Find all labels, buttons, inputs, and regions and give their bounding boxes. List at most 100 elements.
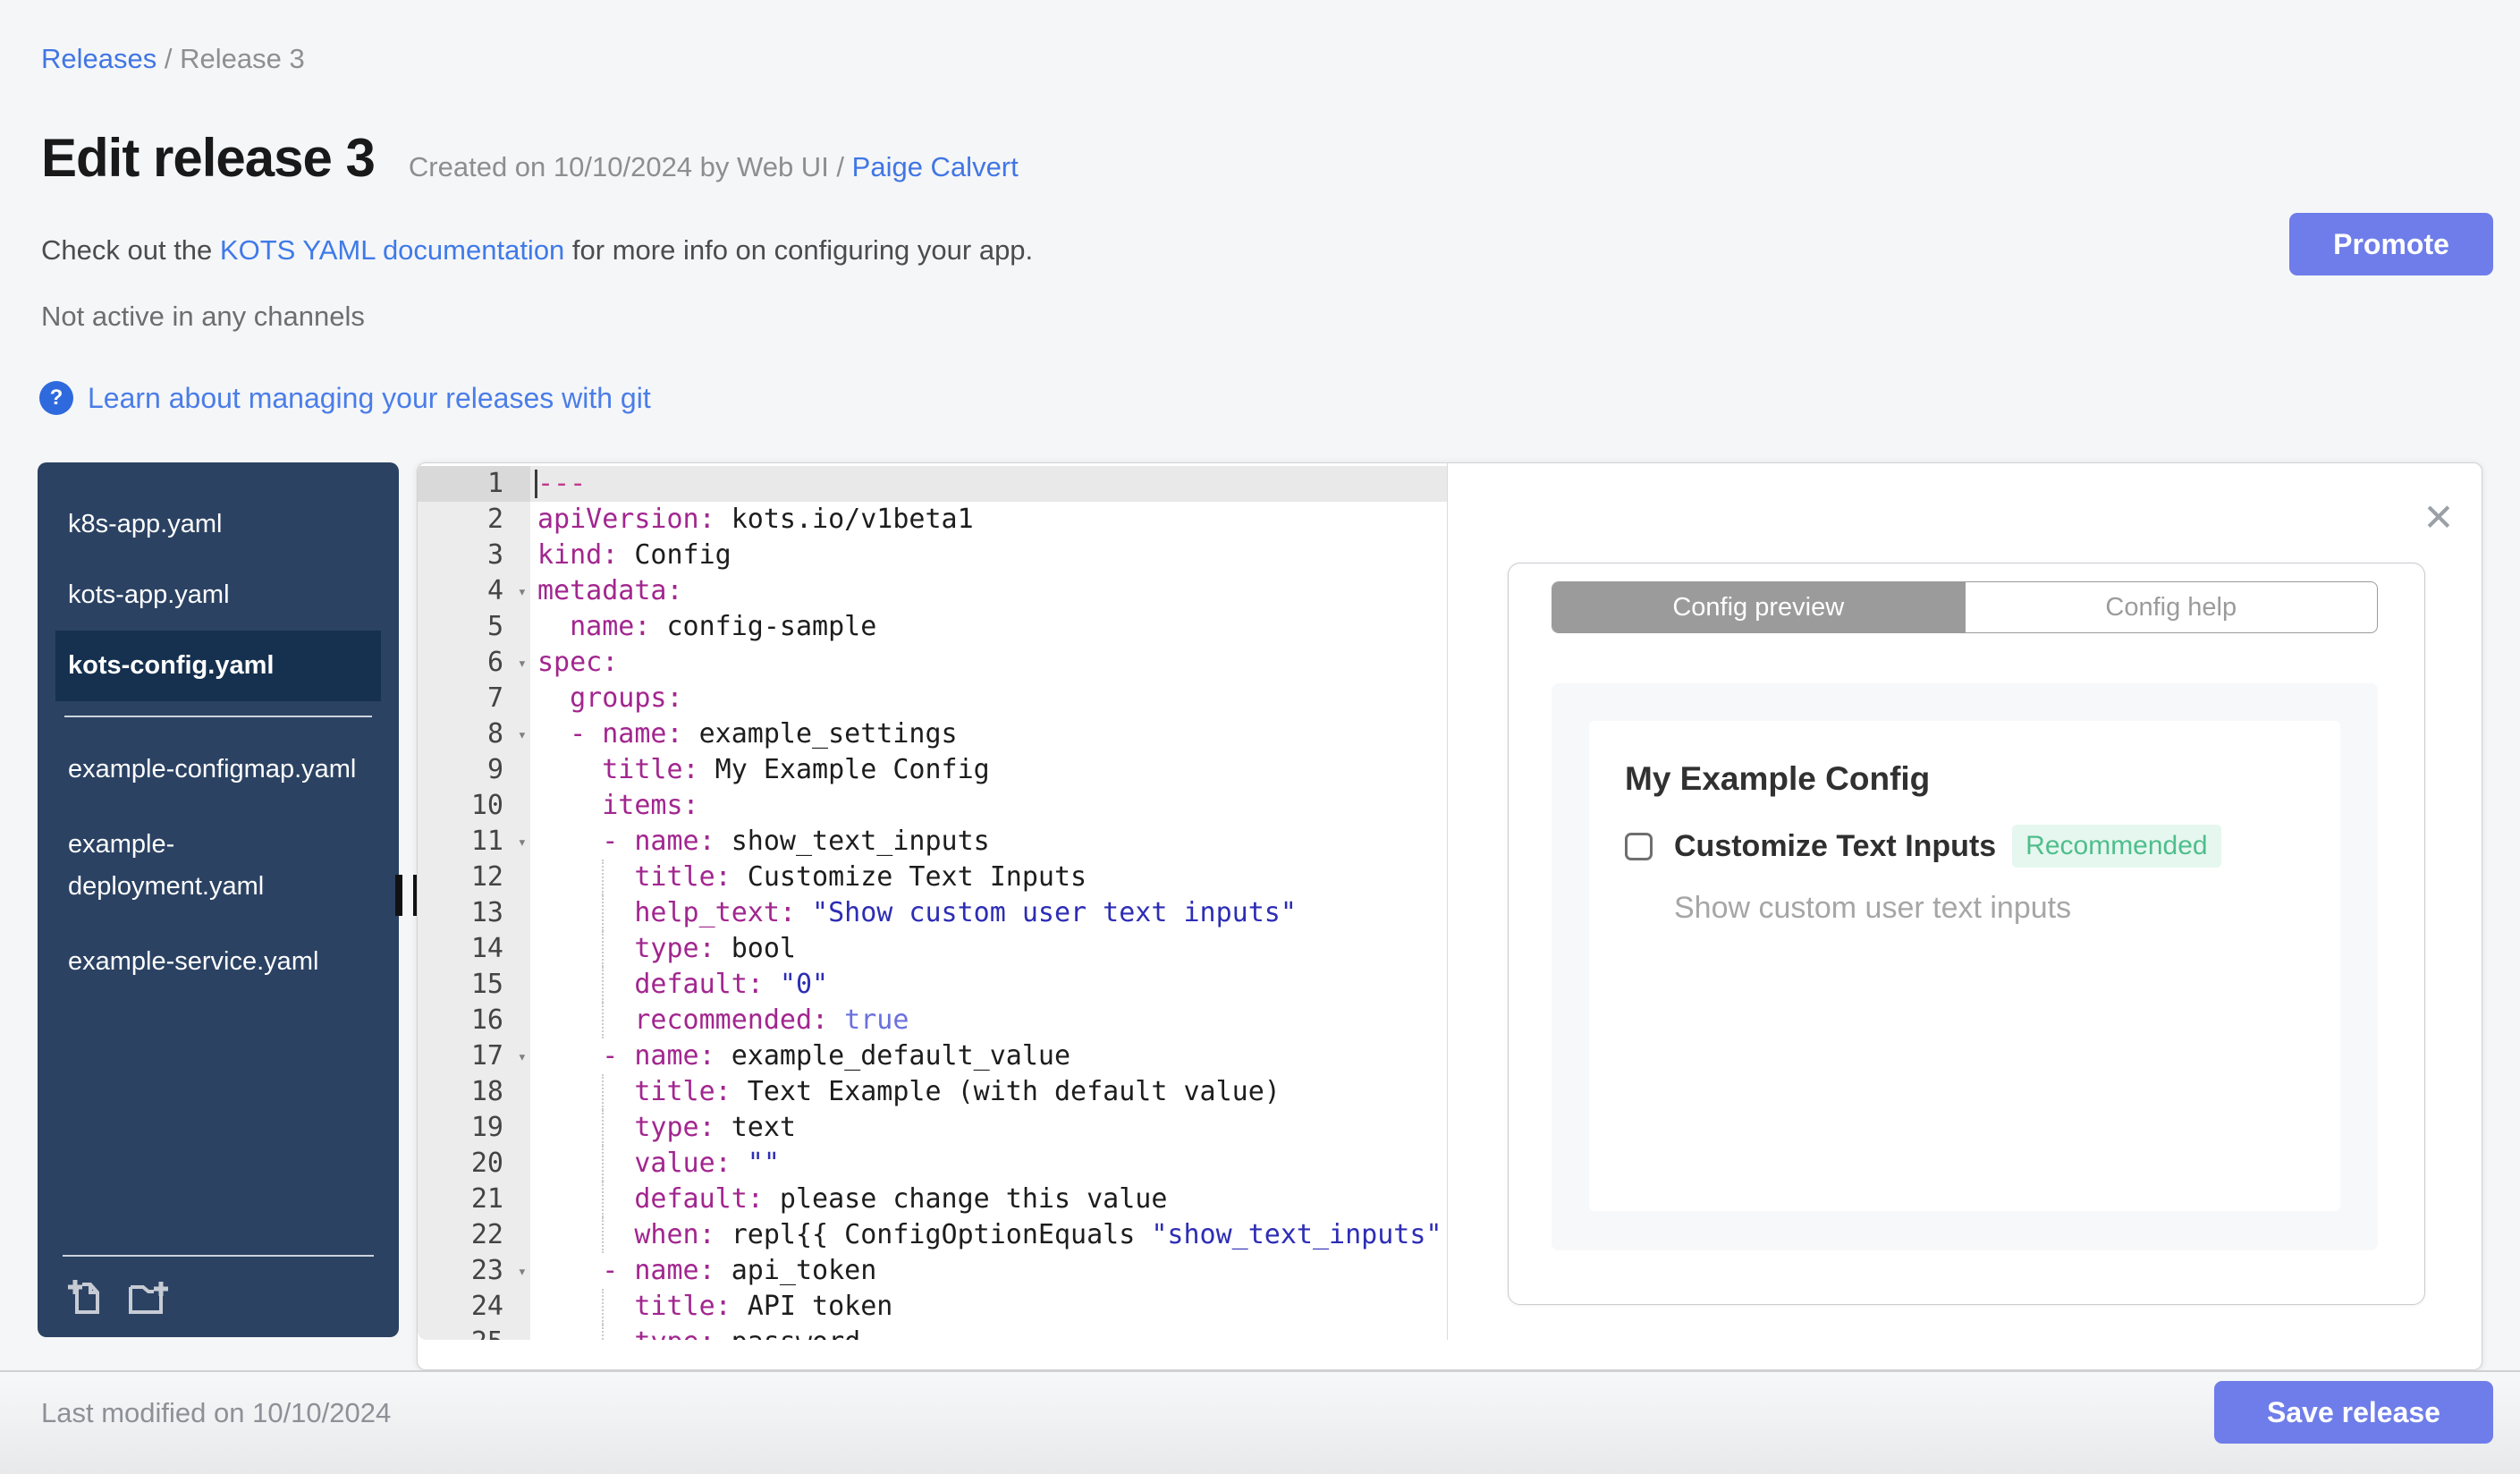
code-line-9[interactable]: 9 title: My Example Config	[418, 752, 1447, 788]
line-number: 5	[418, 609, 530, 645]
code-line-12[interactable]: 12 title: Customize Text Inputs	[418, 860, 1447, 895]
sidebar-file-kots-app.yaml[interactable]: kots-app.yaml	[63, 560, 374, 631]
code-line-22[interactable]: 22 when: repl{{ ConfigOptionEquals "show…	[418, 1217, 1447, 1253]
page-title: Edit release 3	[41, 128, 376, 188]
tab-config-preview[interactable]: Config preview	[1552, 582, 1965, 632]
code-text: default: please change this value	[530, 1182, 1447, 1217]
indent-guide	[602, 967, 604, 1003]
code-line-20[interactable]: 20 value: ""	[418, 1146, 1447, 1182]
code-text: title: Customize Text Inputs	[530, 860, 1447, 895]
recommended-badge: Recommended	[2012, 825, 2221, 868]
code-text: ---	[530, 466, 1447, 502]
indent-guide	[602, 931, 604, 967]
created-prefix: Created on 10/10/2024 by Web UI /	[408, 151, 852, 182]
code-line-7[interactable]: 7 groups:	[418, 681, 1447, 716]
line-number: 6 ▾	[418, 645, 530, 681]
promote-button[interactable]: Promote	[2289, 213, 2493, 275]
indent-guide	[602, 1074, 604, 1110]
fold-arrow-icon[interactable]: ▾	[518, 717, 527, 753]
sidebar-example-list: example-configmap.yaml example-deployment…	[63, 732, 374, 1000]
code-text: value: ""	[530, 1146, 1447, 1182]
code-text: groups:	[537, 682, 683, 714]
git-help-link[interactable]: Learn about managing your releases with …	[88, 382, 651, 415]
code-line-16[interactable]: 16 recommended: true	[418, 1003, 1447, 1038]
code-line-2[interactable]: 2 apiVersion: kots.io/v1beta1	[418, 502, 1447, 538]
tab-config-help[interactable]: Config help	[1964, 582, 2378, 632]
line-number: 19	[418, 1110, 530, 1146]
code-text: help_text: "Show custom user text inputs…	[530, 895, 1447, 931]
indent-guide	[602, 895, 604, 931]
channel-status: Not active in any channels	[41, 301, 365, 332]
config-item-help-text: Show custom user text inputs	[1674, 891, 2072, 925]
sidebar-file-kots-config.yaml[interactable]: kots-config.yaml	[55, 630, 381, 701]
code-text: spec:	[537, 647, 619, 678]
code-line-24[interactable]: 24 title: API token	[418, 1289, 1447, 1325]
code-line-17[interactable]: 17 ▾ - name: example_default_value	[418, 1038, 1447, 1074]
code-text: - name: example_default_value	[537, 1040, 1071, 1072]
line-number: 21	[418, 1182, 530, 1217]
code-line-10[interactable]: 10 items:	[418, 788, 1447, 824]
code-text: type: bool	[530, 931, 1447, 967]
line-number: 2	[418, 502, 530, 538]
indent-guide	[602, 1110, 604, 1146]
fold-arrow-icon[interactable]: ▾	[518, 825, 527, 860]
breadcrumb-releases-link[interactable]: Releases	[41, 43, 156, 74]
created-line: Created on 10/10/2024 by Web UI / Paige …	[409, 151, 1019, 183]
add-file-icon[interactable]	[64, 1276, 106, 1317]
code-line-6[interactable]: 6 ▾ spec:	[418, 645, 1447, 681]
code-line-23[interactable]: 23 ▾ - name: api_token	[418, 1253, 1447, 1289]
editor-right-border	[1447, 463, 1448, 1340]
sidebar-file-example-deployment.yaml[interactable]: example-deployment.yaml	[63, 807, 374, 924]
git-help-row[interactable]: ? Learn about managing your releases wit…	[39, 381, 651, 415]
indent-guide	[602, 1003, 604, 1038]
code-line-19[interactable]: 19 type: text	[418, 1110, 1447, 1146]
line-number: 16	[418, 1003, 530, 1038]
line-number: 18	[418, 1074, 530, 1110]
line-number: 11 ▾	[418, 824, 530, 860]
yaml-code-editor[interactable]: 1 --- 2 apiVersion: kots.io/v1beta1 3 kind: C…	[418, 463, 1447, 1340]
line-number: 22	[418, 1217, 530, 1253]
line-number: 4 ▾	[418, 573, 530, 609]
line-number: 13	[418, 895, 530, 931]
code-text: items:	[537, 790, 699, 821]
created-author-link[interactable]: Paige Calvert	[852, 151, 1019, 182]
fold-arrow-icon[interactable]: ▾	[518, 1254, 527, 1290]
line-number: 15	[418, 967, 530, 1003]
code-line-18[interactable]: 18 title: Text Example (with default val…	[418, 1074, 1447, 1110]
code-line-3[interactable]: 3 kind: Config	[418, 538, 1447, 573]
code-line-11[interactable]: 11 ▾ - name: show_text_inputs	[418, 824, 1447, 860]
code-line-1[interactable]: 1 ---	[418, 466, 1447, 502]
code-line-8[interactable]: 8 ▾ - name: example_settings	[418, 716, 1447, 752]
code-text: title: API token	[530, 1289, 1447, 1325]
code-line-13[interactable]: 13 help_text: "Show custom user text inp…	[418, 895, 1447, 931]
config-checkbox[interactable]	[1625, 832, 1653, 860]
config-preview-body: My Example Config Customize Text Inputs …	[1552, 683, 2378, 1250]
save-release-button[interactable]: Save release	[2214, 1381, 2493, 1444]
breadcrumb-current: Release 3	[180, 43, 305, 74]
preview-tabs: Config preview Config help	[1552, 581, 2378, 633]
fold-arrow-icon[interactable]: ▾	[518, 646, 527, 682]
fold-arrow-icon[interactable]: ▾	[518, 1039, 527, 1075]
code-text: name: config-sample	[537, 611, 877, 642]
indent-guide	[602, 1182, 604, 1217]
docs-line: Check out the KOTS YAML documentation fo…	[41, 234, 1033, 267]
close-preview-icon[interactable]: ✕	[2417, 496, 2460, 538]
code-text: title: My Example Config	[537, 754, 990, 785]
code-line-21[interactable]: 21 default: please change this value	[418, 1182, 1447, 1217]
code-line-25[interactable]: 25 type: password	[418, 1325, 1447, 1340]
line-number: 20	[418, 1146, 530, 1182]
fold-arrow-icon[interactable]: ▾	[518, 574, 527, 610]
code-line-15[interactable]: 15 default: "0"	[418, 967, 1447, 1003]
code-line-14[interactable]: 14 type: bool	[418, 931, 1447, 967]
config-item-label: Customize Text Inputs	[1674, 828, 1997, 863]
sidebar-file-example-configmap.yaml[interactable]: example-configmap.yaml	[63, 732, 374, 807]
sidebar-file-example-service.yaml[interactable]: example-service.yaml	[63, 924, 374, 999]
code-text: type: password	[530, 1325, 1447, 1340]
code-line-5[interactable]: 5 name: config-sample	[418, 609, 1447, 645]
sidebar-file-k8s-app.yaml[interactable]: k8s-app.yaml	[63, 489, 374, 560]
code-text: kind: Config	[537, 539, 731, 571]
text-cursor	[535, 470, 537, 498]
code-line-4[interactable]: 4 ▾ metadata:	[418, 573, 1447, 609]
kots-yaml-docs-link[interactable]: KOTS YAML documentation	[220, 234, 564, 266]
add-folder-icon[interactable]	[125, 1276, 170, 1317]
